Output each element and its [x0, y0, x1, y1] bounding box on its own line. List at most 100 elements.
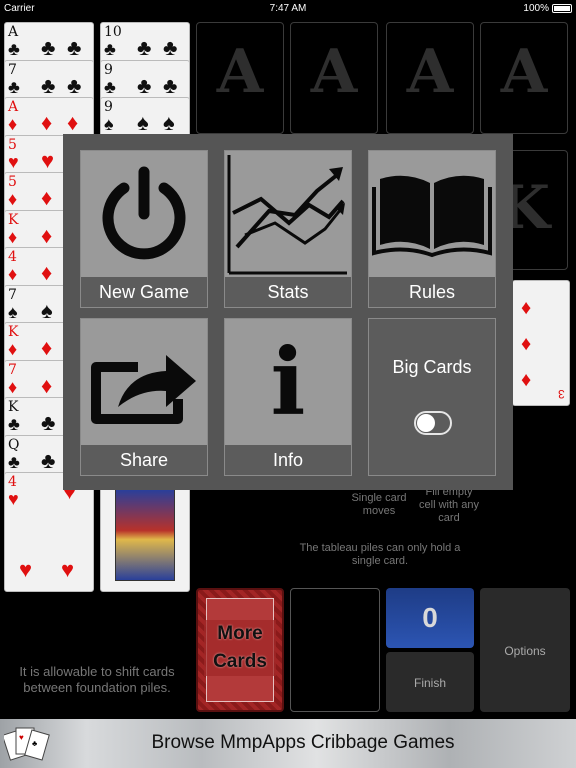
diamond-pip: ♦ — [521, 297, 532, 319]
card-pip: ♣ — [137, 35, 152, 60]
card-suit: ♦ — [8, 339, 18, 359]
card-pip: ♣ — [163, 35, 178, 60]
card-suit: ♣ — [8, 414, 20, 434]
card-rank: 7 — [8, 61, 17, 78]
hint-foundation-shift: It is allowable to shift cards between f… — [19, 664, 175, 695]
foundation-1[interactable]: A — [196, 22, 284, 134]
card-rank: 5 — [8, 174, 17, 190]
more-cards-button[interactable]: More Cards — [196, 588, 284, 712]
card-suit: ♥ — [8, 489, 19, 509]
card-suit: ♦ — [8, 264, 18, 284]
hint-fill-empty: Fill empty cell with any card — [419, 486, 479, 524]
hint-single-card: Single card moves — [351, 492, 407, 517]
card-pip: ♣ — [67, 35, 82, 60]
power-icon — [81, 151, 207, 277]
more-cards-label: More Cards — [204, 620, 276, 676]
card-pip: ♣ — [41, 72, 56, 98]
rules-button[interactable]: Rules — [368, 150, 496, 308]
finish-button[interactable]: Finish — [386, 652, 474, 712]
new-game-label: New Game — [81, 277, 207, 307]
info-icon: i — [225, 319, 351, 445]
stats-button[interactable]: Stats — [224, 150, 352, 308]
card-pip: ♣ — [67, 72, 82, 98]
cribbage-banner[interactable]: ♥ ♣ Browse MmpApps Cribbage Games — [0, 719, 576, 768]
card-rank: 4 — [8, 249, 17, 265]
info-label: Info — [225, 445, 351, 475]
foundation-placeholder: A — [216, 37, 264, 107]
card-rank: 7 — [8, 361, 17, 378]
card-pip: ♠ — [163, 110, 175, 135]
foundation-placeholder: A — [500, 37, 548, 107]
info-button[interactable]: i Info — [224, 318, 352, 476]
card-pip: ♦ — [41, 185, 53, 210]
toggle-knob — [417, 414, 435, 432]
card-pip: ♣ — [163, 72, 178, 98]
clock: 7:47 AM — [269, 3, 307, 14]
diamond-pip: ♦ — [521, 333, 532, 355]
card-suit: ♣ — [8, 76, 20, 97]
banner-text: Browse MmpApps Cribbage Games — [151, 732, 455, 753]
card-pip: ♣ — [41, 35, 56, 60]
card-pip: ♣ — [41, 410, 56, 435]
card-rank: 7 — [8, 286, 17, 303]
card-rank: A — [8, 99, 19, 115]
card-rank: 4 — [8, 474, 17, 490]
card-suit: ♦ — [8, 189, 18, 209]
rules-label: Rules — [369, 277, 495, 307]
share-button[interactable]: Share — [80, 318, 208, 476]
share-icon — [81, 319, 207, 445]
share-label: Share — [81, 445, 207, 475]
waste-slot[interactable] — [290, 588, 380, 712]
game-menu-overlay: New Game Stats Rules Share i Info Big Ca… — [63, 134, 513, 490]
card-suit: ♦ — [8, 226, 18, 247]
foundation-2[interactable]: A — [290, 22, 378, 134]
foundation-3[interactable]: A — [386, 22, 474, 134]
book-icon — [369, 151, 495, 277]
card-pip: ♦ — [41, 335, 53, 360]
card-pip: ♦ — [41, 110, 53, 135]
card-rank: 5 — [8, 136, 17, 153]
card-suit: ♣ — [8, 451, 20, 472]
big-cards-toggle[interactable] — [414, 411, 452, 435]
jack-face-art — [115, 489, 175, 581]
battery-icon — [552, 4, 572, 13]
card-suit: ♦ — [8, 114, 18, 134]
card-suit: ♠ — [8, 301, 18, 322]
card-pip: ♠ — [41, 297, 53, 323]
card-pip: ♦ — [41, 222, 53, 248]
card-3-diamonds[interactable]: ♦ ♦ ♦ 3 — [512, 280, 570, 406]
card-suit: ♥ — [8, 151, 19, 172]
card-pip: ♥ — [41, 147, 55, 173]
card-rank: 3 — [558, 387, 565, 401]
line-chart-icon — [225, 151, 351, 277]
card-pip: ♦ — [41, 260, 53, 285]
card-suit: ♦ — [8, 376, 18, 397]
card-rank: 9 — [104, 61, 113, 78]
card-rank: K — [8, 324, 19, 340]
card-rank: 10 — [104, 24, 122, 40]
hint-tableau-rule: The tableau piles can only hold a single… — [299, 542, 461, 567]
new-game-button[interactable]: New Game — [80, 150, 208, 308]
card-rank: Q — [8, 436, 20, 453]
card-rank: 9 — [104, 99, 113, 115]
foundation-placeholder: A — [310, 37, 358, 107]
card-pip: ♣ — [137, 72, 152, 98]
heart-pip: ♥ — [19, 557, 33, 582]
foundation-4[interactable]: A — [480, 22, 568, 134]
status-bar: Carrier 7:47 AM 100% — [0, 0, 576, 18]
stats-label: Stats — [225, 277, 351, 307]
card-jack-face[interactable] — [100, 472, 190, 592]
card-rank: K — [8, 211, 19, 228]
card-4-hearts[interactable]: 4 ♥ ♥ ♥ ♥ — [4, 472, 94, 592]
card-suit: ♣ — [104, 39, 116, 59]
card-suit: ♣ — [104, 76, 116, 97]
foundation-placeholder: A — [406, 37, 454, 107]
card-suit: ♠ — [104, 114, 114, 134]
battery-percent: 100% — [523, 3, 549, 14]
options-button[interactable]: Options — [480, 588, 570, 712]
battery-indicator: 100% — [523, 3, 572, 14]
card-rank: A — [8, 24, 19, 40]
card-rank: K — [8, 399, 19, 415]
big-cards-panel: Big Cards — [368, 318, 496, 476]
score-display: 0 — [386, 588, 474, 648]
